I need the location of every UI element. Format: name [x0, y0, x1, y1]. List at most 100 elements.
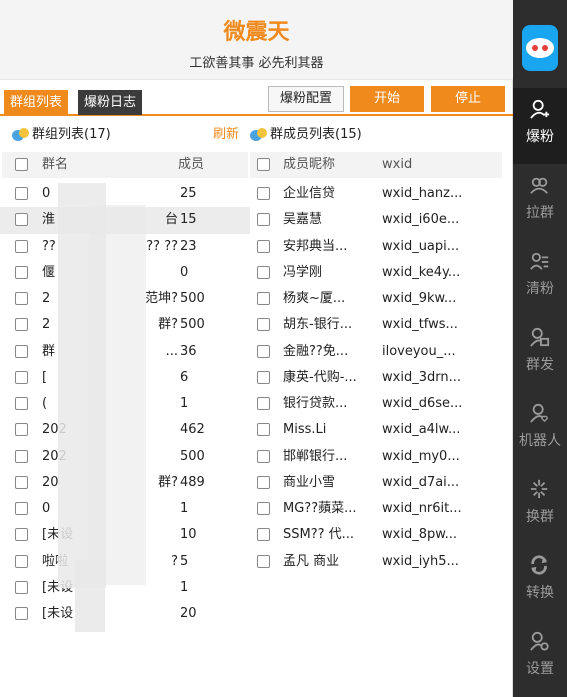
member-row-checkbox[interactable]	[257, 528, 270, 542]
member-row-checkbox[interactable]	[257, 502, 270, 515]
group-member-count: 1	[180, 501, 189, 516]
select-all-groups-checkbox[interactable]	[15, 158, 28, 171]
member-row-checkbox[interactable]	[257, 475, 270, 489]
member-row[interactable]: 杨爽~厦... wxid_9kw...	[250, 286, 502, 312]
group-grid-header: 群名 成员	[2, 152, 248, 178]
member-row-checkbox[interactable]	[257, 449, 270, 463]
member-row[interactable]: 冯学刚 wxid_ke4y...	[250, 260, 502, 286]
sidebar-item-2[interactable]: 清粉	[513, 240, 567, 316]
select-all-members-checkbox[interactable]	[257, 158, 270, 171]
group-row-checkbox[interactable]	[15, 239, 28, 253]
user-message-icon	[530, 327, 550, 347]
group-row-checkbox[interactable]	[15, 502, 28, 515]
group-row-checkbox[interactable]	[15, 528, 28, 542]
member-row[interactable]: 康英-代购-... wxid_3drn...	[250, 365, 502, 391]
group-row-checkbox[interactable]	[15, 344, 28, 358]
tab-group-list[interactable]: 群组列表	[4, 90, 69, 115]
sidebar-item-5[interactable]: 换群	[513, 468, 567, 544]
group-row-checkbox[interactable]	[15, 318, 28, 332]
member-row[interactable]: 企业信贷 wxid_hanz...	[250, 181, 502, 207]
group-member-count: 1	[180, 396, 189, 411]
sidebar-item-6[interactable]: 转换	[513, 544, 567, 620]
sidebar-item-4[interactable]: 机器人	[513, 392, 567, 468]
col-member-count: 成员	[178, 157, 205, 172]
member-nickname: 金融??免...	[283, 343, 349, 359]
sidebar-item-label: 换群	[526, 509, 554, 525]
group-member-count: 0	[180, 264, 189, 280]
group-row-checkbox[interactable]	[15, 187, 28, 200]
member-row[interactable]: MG??蘋菜... wxid_nr6it...	[250, 496, 502, 522]
member-wxid: wxid_9kw...	[382, 291, 457, 306]
member-row-checkbox[interactable]	[257, 370, 270, 384]
group-list-heading-label: 群组列表(17)	[32, 127, 111, 142]
member-wxid: wxid_a4lw...	[382, 422, 461, 438]
member-row[interactable]: 胡东-银行... wxid_tfws...	[250, 312, 502, 338]
member-wxid: wxid_3drn...	[382, 369, 461, 385]
group-row-checkbox[interactable]	[15, 449, 28, 463]
start-button[interactable]: 开始	[350, 86, 424, 112]
member-wxid: wxid_d6se...	[382, 396, 463, 411]
member-row-checkbox[interactable]	[257, 397, 270, 410]
group-row-checkbox[interactable]	[15, 423, 28, 437]
member-row[interactable]: 吴嘉慧 wxid_i60e...	[250, 207, 502, 233]
chat-bubble-icon	[526, 38, 554, 58]
sidebar-item-0[interactable]: 爆粉	[513, 88, 567, 164]
member-row-checkbox[interactable]	[257, 239, 270, 253]
member-wxid: wxid_uapi...	[382, 238, 460, 254]
member-row[interactable]: 安邦典当... wxid_uapi...	[250, 234, 502, 260]
group-row[interactable]: 0 25	[0, 181, 250, 207]
member-row[interactable]: SSM?? 代... wxid_8pw...	[250, 522, 502, 548]
sidebar-item-1[interactable]: 拉群	[513, 164, 567, 240]
group-row-checkbox[interactable]	[15, 370, 28, 384]
privacy-blur	[75, 560, 105, 632]
member-row[interactable]: 邯郸银行... wxid_my0...	[250, 444, 502, 470]
privacy-blur	[90, 205, 146, 585]
member-nickname: 冯学刚	[283, 264, 323, 280]
group-row-checkbox[interactable]	[15, 397, 28, 410]
sidebar-item-7[interactable]: 设置	[513, 620, 567, 696]
member-row-checkbox[interactable]	[257, 423, 270, 437]
qq-icon	[12, 128, 30, 142]
group-member-count: 10	[180, 527, 197, 543]
sidebar-item-3[interactable]: 群发	[513, 316, 567, 392]
sidebar-item-label: 转换	[526, 585, 554, 601]
sidebar-item-label: 清粉	[526, 281, 554, 297]
col-wxid: wxid	[382, 157, 413, 172]
sidebar: 爆粉 拉群清粉群发 机器人换群转换设置	[513, 0, 567, 697]
app-logo	[522, 25, 558, 71]
member-row[interactable]: 孟凡 商业 wxid_iyh5...	[250, 549, 502, 575]
group-row-checkbox[interactable]	[15, 292, 28, 305]
member-row-checkbox[interactable]	[257, 344, 270, 358]
refresh-link[interactable]: 刷新	[213, 124, 239, 146]
group-row[interactable]: [未设 20	[0, 601, 250, 627]
config-button[interactable]: 爆粉配置	[268, 86, 344, 112]
group-row-checkbox[interactable]	[15, 213, 28, 227]
stop-button[interactable]: 停止	[431, 86, 505, 112]
main-panel: 微震天 工欲善其事 必先利其器 群组列表 爆粉日志 爆粉配置 开始 停止 群组列…	[0, 0, 513, 697]
group-member-count: 489	[180, 474, 205, 490]
group-row-checkbox[interactable]	[15, 580, 28, 594]
user-heart-icon	[530, 403, 548, 423]
member-row-checkbox[interactable]	[257, 292, 270, 305]
member-row[interactable]: Miss.Li wxid_a4lw...	[250, 417, 502, 443]
member-row-checkbox[interactable]	[257, 265, 270, 279]
tab-fan-log[interactable]: 爆粉日志	[78, 90, 143, 115]
sparkle-icon	[530, 479, 548, 499]
member-row[interactable]: 金融??免... iloveyou_...	[250, 339, 502, 365]
group-row-checkbox[interactable]	[15, 554, 28, 568]
member-row-checkbox[interactable]	[257, 213, 270, 227]
group-row-checkbox[interactable]	[15, 265, 28, 279]
member-row[interactable]: 银行贷款... wxid_d6se...	[250, 391, 502, 417]
member-wxid: wxid_8pw...	[382, 527, 458, 543]
group-row-checkbox[interactable]	[15, 607, 28, 620]
member-nickname: 吴嘉慧	[283, 212, 323, 228]
member-nickname: 安邦典当...	[283, 238, 348, 254]
member-wxid: wxid_i60e...	[382, 212, 460, 228]
member-row-checkbox[interactable]	[257, 187, 270, 200]
member-row-checkbox[interactable]	[257, 554, 270, 568]
group-row-checkbox[interactable]	[15, 475, 28, 489]
col-group-name: 群名	[42, 157, 69, 172]
group-member-count: 25	[180, 186, 197, 201]
member-row[interactable]: 商业小雪 wxid_d7ai...	[250, 470, 502, 496]
member-row-checkbox[interactable]	[257, 318, 270, 332]
